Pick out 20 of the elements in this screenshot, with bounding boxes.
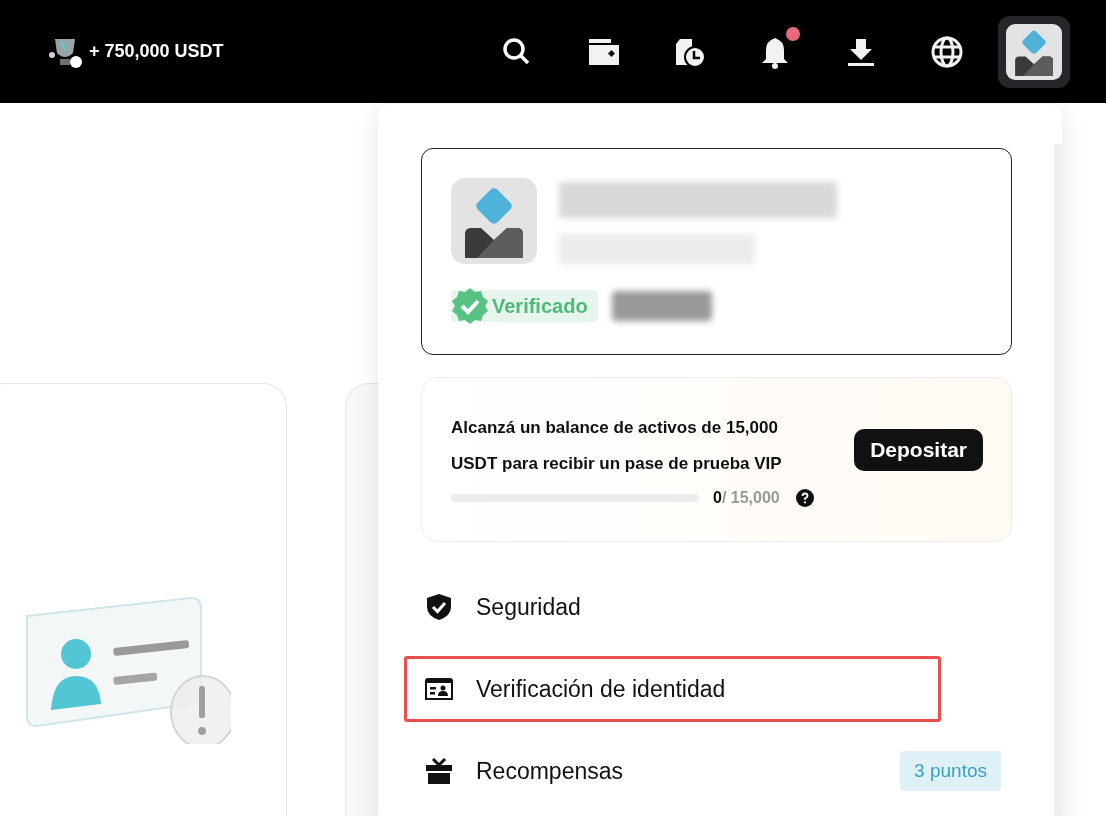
- menu-label: Seguridad: [476, 592, 581, 622]
- menu-item[interactable]: Verificación de identidad: [404, 656, 941, 722]
- shield-check-icon: [426, 593, 452, 621]
- menu-label: Recompensas: [476, 756, 624, 786]
- help-icon[interactable]: [795, 488, 814, 507]
- points-badge: 3 puntos: [900, 751, 1001, 791]
- avatar-icon: [1006, 23, 1062, 80]
- menu-item[interactable]: Recompensas 3 puntos: [404, 738, 1012, 804]
- gift-icon: [425, 757, 453, 785]
- avatar-button[interactable]: [998, 15, 1070, 88]
- reward-amount: + 750,000 USDT: [89, 40, 224, 63]
- verified-label: Verificado: [492, 294, 588, 319]
- menu-label: Verificación de identidad: [476, 674, 726, 704]
- menu-item[interactable]: Seguridad: [404, 574, 1012, 640]
- promo-text: Alcanzá un balance de activos de 15,000 USDT para recibir un pase de prueba VIP: [451, 416, 783, 475]
- verified-check-icon: [451, 287, 489, 325]
- globe-icon[interactable]: [930, 34, 964, 69]
- progress-reading: 0/ 15,000: [713, 487, 780, 508]
- id-card-icon: [425, 678, 453, 700]
- deposit-button[interactable]: Depositar: [854, 428, 983, 471]
